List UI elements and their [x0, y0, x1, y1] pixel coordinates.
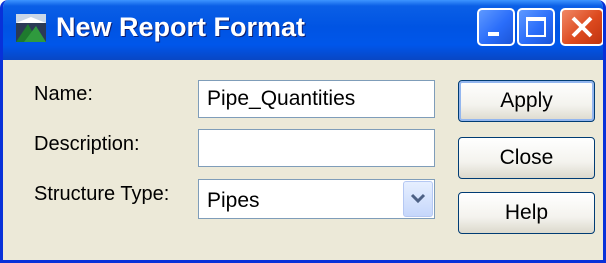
structure-type-value: Pipes: [207, 189, 260, 212]
close-icon: [571, 16, 593, 38]
title-bar[interactable]: New Report Format: [3, 0, 603, 60]
minimize-button[interactable]: [477, 8, 515, 46]
chevron-down-icon: [410, 193, 426, 204]
help-button[interactable]: Help: [458, 192, 595, 234]
description-input[interactable]: [198, 129, 435, 167]
minimize-icon: [488, 32, 499, 36]
name-input[interactable]: Pipe_Quantities: [198, 80, 435, 118]
structure-type-label: Structure Type:: [34, 183, 170, 205]
apply-button[interactable]: Apply: [458, 80, 595, 122]
maximize-icon: [526, 17, 546, 37]
app-icon: [16, 14, 46, 42]
name-label: Name:: [34, 83, 93, 105]
close-window-button[interactable]: [560, 8, 603, 46]
window-title: New Report Format: [56, 12, 306, 42]
dropdown-button[interactable]: [403, 181, 433, 217]
new-report-format-dialog: New Report Format Name: Pipe_Quantities …: [0, 0, 606, 263]
close-button[interactable]: Close: [458, 137, 595, 179]
maximize-button[interactable]: [517, 8, 555, 46]
description-label: Description:: [34, 133, 140, 155]
structure-type-select[interactable]: Pipes: [198, 179, 435, 219]
